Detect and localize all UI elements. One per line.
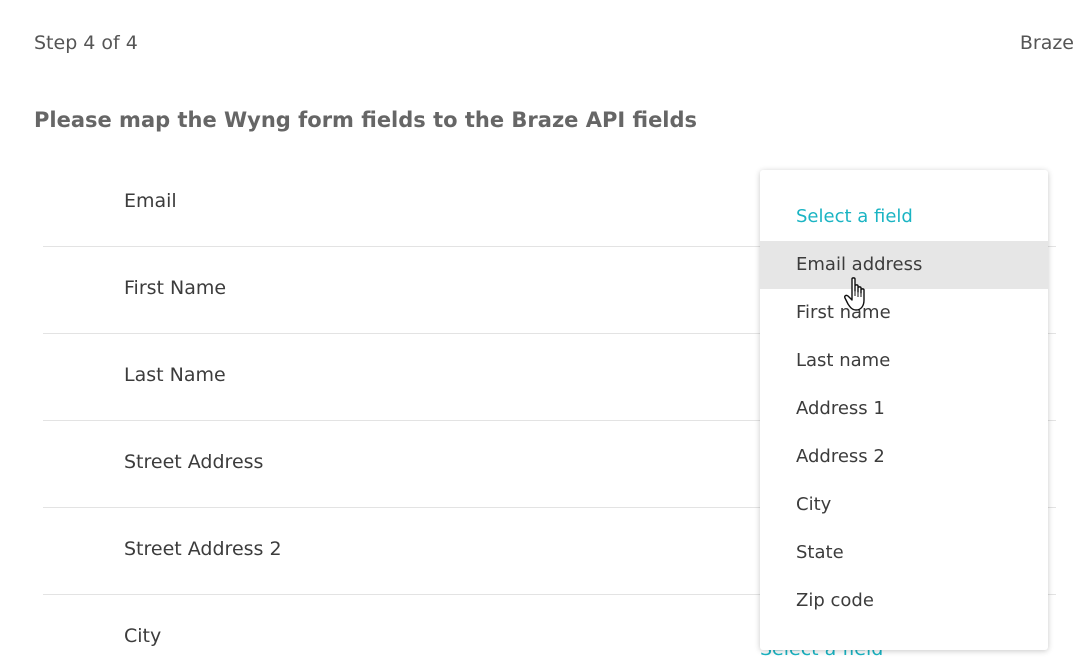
field-label: City: [124, 625, 162, 647]
page-title: Please map the Wyng form fields to the B…: [34, 108, 698, 132]
field-mapping-page: Step 4 of 4 Braze Please map the Wyng fo…: [0, 0, 1082, 663]
field-label: Street Address 2: [124, 538, 282, 560]
field-label: Street Address: [124, 451, 264, 473]
dropdown-placeholder[interactable]: Select a field: [760, 193, 1048, 241]
field-label: First Name: [124, 277, 227, 299]
option-email-address[interactable]: Email address: [760, 241, 1048, 289]
option-state[interactable]: State: [760, 529, 1048, 577]
field-dropdown-menu: Select a field Email address First name …: [760, 170, 1048, 650]
option-zip-code[interactable]: Zip code: [760, 577, 1048, 625]
option-first-name[interactable]: First name: [760, 289, 1048, 337]
option-address-2[interactable]: Address 2: [760, 433, 1048, 481]
field-label: Last Name: [124, 364, 226, 386]
option-address-1[interactable]: Address 1: [760, 385, 1048, 433]
integration-name: Braze: [1019, 32, 1074, 54]
option-city[interactable]: City: [760, 481, 1048, 529]
option-last-name[interactable]: Last name: [760, 337, 1048, 385]
step-indicator: Step 4 of 4: [34, 32, 138, 54]
field-label: Email: [124, 190, 177, 212]
